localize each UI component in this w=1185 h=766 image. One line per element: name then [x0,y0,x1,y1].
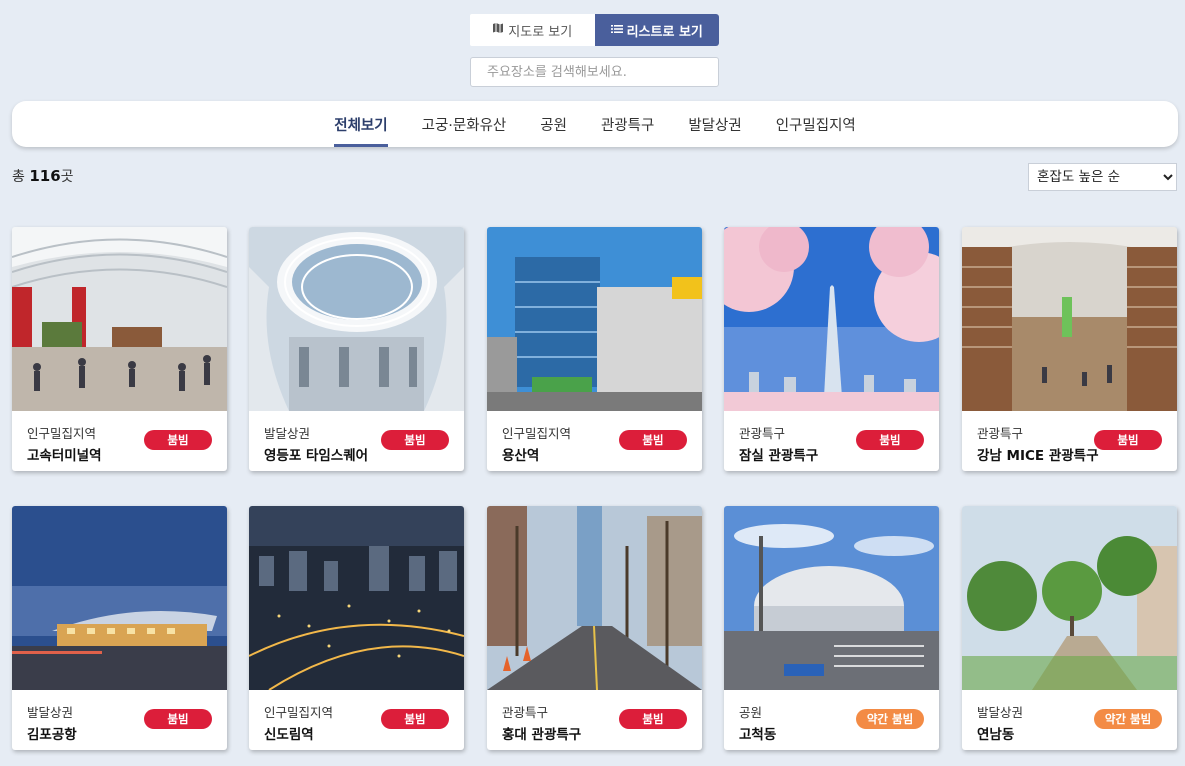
place-card[interactable]: 발달상권 영등포 타임스퀘어 붐빔 [249,227,464,471]
list-view-label: 리스트로 보기 [626,24,703,40]
category-tabs: 전체보기 고궁·문화유산 공원 관광특구 발달상권 인구밀집지역 [12,101,1178,147]
place-photo [724,227,939,411]
place-card[interactable]: 발달상권 김포공항 붐빔 [12,506,227,750]
congestion-badge: 약간 붐빔 [856,709,924,729]
place-photo [249,506,464,690]
map-view-label: 지도로 보기 [508,24,573,40]
place-card[interactable]: 관광특구 잠실 관광특구 붐빔 [724,227,939,471]
tab-commercial[interactable]: 발달상권 [671,101,758,147]
congestion-badge: 붐빔 [144,430,212,450]
place-card[interactable]: 관광특구 홍대 관광특구 붐빔 [487,506,702,750]
place-card[interactable]: 공원 고척동 약간 붐빔 [724,506,939,750]
place-photo [962,227,1177,411]
place-card[interactable]: 인구밀집지역 고속터미널역 붐빔 [12,227,227,471]
congestion-badge: 붐빔 [619,430,687,450]
tab-all[interactable]: 전체보기 [317,101,404,147]
tab-population-dense[interactable]: 인구밀집지역 [759,101,873,147]
congestion-badge: 붐빔 [619,709,687,729]
place-photo [12,227,227,411]
congestion-badge: 약간 붐빔 [1094,709,1162,729]
place-card[interactable]: 인구밀집지역 용산역 붐빔 [487,227,702,471]
place-photo [487,227,702,411]
congestion-badge: 붐빔 [144,709,212,729]
place-card[interactable]: 인구밀집지역 신도림역 붐빔 [249,506,464,750]
place-photo [12,506,227,690]
list-icon [610,23,623,38]
congestion-badge: 붐빔 [381,709,449,729]
congestion-badge: 붐빔 [381,430,449,450]
tab-park[interactable]: 공원 [523,101,584,147]
place-photo [487,506,702,690]
tab-palace-heritage[interactable]: 고궁·문화유산 [405,101,524,147]
count-value: 116 [29,167,61,185]
list-view-button[interactable]: 리스트로 보기 [594,14,719,46]
congestion-badge: 붐빔 [856,430,924,450]
sort-select[interactable]: 혼잡도 높은 순 [1028,163,1177,191]
place-card[interactable]: 관광특구 강남 MICE 관광특구 붐빔 [962,227,1177,471]
view-toggle: 지도로 보기 리스트로 보기 [470,14,719,46]
place-photo [249,227,464,411]
count-suffix: 곳 [60,169,74,185]
congestion-badge: 붐빔 [1094,430,1162,450]
result-count: 총 116곳 [12,166,74,186]
search-input[interactable] [470,57,719,87]
map-icon [492,22,504,38]
tab-tourist-zone[interactable]: 관광특구 [584,101,671,147]
place-photo [724,506,939,690]
map-view-button[interactable]: 지도로 보기 [470,14,595,46]
place-photo [962,506,1177,690]
place-card[interactable]: 발달상권 연남동 약간 붐빔 [962,506,1177,750]
count-prefix: 총 [12,169,30,185]
